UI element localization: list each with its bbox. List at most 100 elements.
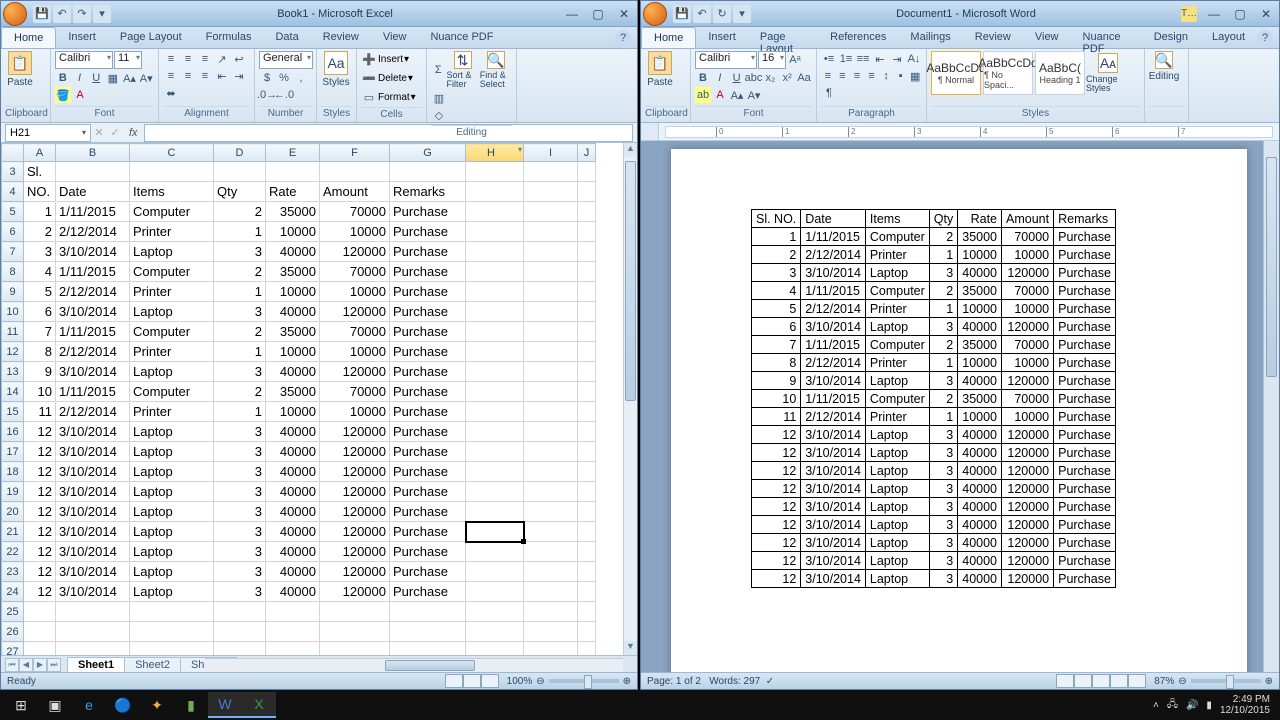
cell[interactable]	[524, 542, 578, 562]
table-cell[interactable]: Purchase	[1054, 282, 1116, 300]
font-name-select[interactable]: Calibri	[695, 51, 757, 69]
cell[interactable]	[524, 362, 578, 382]
border-button[interactable]: ▦	[105, 70, 121, 86]
cell[interactable]	[578, 242, 596, 262]
cell[interactable]	[578, 302, 596, 322]
table-cell[interactable]: 6	[752, 318, 801, 336]
cell[interactable]: 40000	[266, 522, 320, 542]
cell[interactable]: 2/12/2014	[56, 222, 130, 242]
table-cell[interactable]: Computer	[865, 282, 929, 300]
table-cell[interactable]: 8	[752, 354, 801, 372]
cell[interactable]: 3	[214, 582, 266, 602]
bold-button[interactable]: B	[55, 70, 71, 86]
cell[interactable]: 40000	[266, 362, 320, 382]
cell[interactable]: Laptop	[130, 462, 214, 482]
borders-button[interactable]: ▦	[908, 68, 922, 84]
cell[interactable]	[578, 282, 596, 302]
bold-button[interactable]: B	[695, 70, 711, 86]
table-cell[interactable]: 40000	[958, 264, 1002, 282]
cell[interactable]: 10000	[266, 282, 320, 302]
table-cell[interactable]: 35000	[958, 228, 1002, 246]
table-cell[interactable]: Purchase	[1054, 480, 1116, 498]
editing-button[interactable]: 🔍Editing	[1149, 51, 1179, 82]
cell[interactable]	[320, 622, 390, 642]
row-header-22[interactable]: 22	[2, 542, 24, 562]
cell[interactable]	[466, 302, 524, 322]
table-cell[interactable]: Purchase	[1054, 390, 1116, 408]
scroll-thumb[interactable]	[625, 161, 636, 401]
paste-button[interactable]: 📋Paste	[645, 51, 675, 88]
table-cell[interactable]: 12	[752, 534, 801, 552]
cell[interactable]	[466, 342, 524, 362]
cell[interactable]	[524, 322, 578, 342]
cell[interactable]: 5	[24, 282, 56, 302]
row-header-13[interactable]: 13	[2, 362, 24, 382]
table-cell[interactable]: 3	[929, 264, 957, 282]
table-cell[interactable]: 3	[929, 534, 957, 552]
align-center-button[interactable]: ≡	[180, 68, 196, 84]
cell[interactable]	[578, 402, 596, 422]
cell[interactable]: Laptop	[130, 242, 214, 262]
row-header-11[interactable]: 11	[2, 322, 24, 342]
row-header-27[interactable]: 27	[2, 642, 24, 656]
table-cell[interactable]: 3/10/2014	[801, 318, 866, 336]
minimize-button[interactable]: —	[559, 4, 585, 24]
tab-page-layout[interactable]: Page Layout	[748, 27, 818, 48]
cell[interactable]	[130, 602, 214, 622]
cell[interactable]: Purchase	[390, 402, 466, 422]
cell[interactable]	[214, 622, 266, 642]
cell[interactable]: Items	[130, 182, 214, 202]
cell[interactable]: 3/10/2014	[56, 362, 130, 382]
cell[interactable]: Purchase	[390, 522, 466, 542]
table-cell[interactable]: Laptop	[865, 318, 929, 336]
cell[interactable]	[390, 602, 466, 622]
table-header[interactable]: Sl. NO.	[752, 210, 801, 228]
table-cell[interactable]: Laptop	[865, 552, 929, 570]
decrease-decimal-button[interactable]: ←.0	[276, 87, 292, 103]
tab-home[interactable]: Home	[641, 27, 696, 48]
font-size-select[interactable]: 16	[758, 51, 786, 69]
table-cell[interactable]: Laptop	[865, 462, 929, 480]
tab-design[interactable]: Design	[1142, 27, 1200, 48]
cell[interactable]	[578, 582, 596, 602]
cell[interactable]: 3	[214, 542, 266, 562]
edge-icon[interactable]: e	[72, 692, 106, 718]
strike-button[interactable]: abc	[745, 70, 761, 86]
cell[interactable]: 3	[214, 462, 266, 482]
cell[interactable]	[524, 582, 578, 602]
cell[interactable]: 1	[214, 222, 266, 242]
superscript-button[interactable]: x²	[779, 70, 795, 86]
table-cell[interactable]: 40000	[958, 426, 1002, 444]
table-cell[interactable]: 2	[929, 390, 957, 408]
tab-mailings[interactable]: Mailings	[898, 27, 962, 48]
row-header-3[interactable]: 3	[2, 162, 24, 182]
word-taskbar-button[interactable]: W	[208, 692, 242, 718]
cell[interactable]: 3	[214, 242, 266, 262]
cell[interactable]: Laptop	[130, 542, 214, 562]
table-cell[interactable]: Purchase	[1054, 246, 1116, 264]
page-break-view-button[interactable]	[481, 674, 499, 688]
cell[interactable]	[24, 602, 56, 622]
table-cell[interactable]: 3	[929, 552, 957, 570]
col-header-D[interactable]: D	[214, 144, 266, 162]
table-cell[interactable]: 3/10/2014	[801, 498, 866, 516]
font-size-select[interactable]: 11	[114, 51, 142, 69]
full-screen-button[interactable]	[1074, 674, 1092, 688]
highlight-button[interactable]: ab	[695, 87, 711, 103]
cell[interactable]	[214, 642, 266, 656]
table-cell[interactable]: 3/10/2014	[801, 534, 866, 552]
cell[interactable]	[524, 202, 578, 222]
sheet-nav-prev-icon[interactable]: ◀	[19, 658, 33, 672]
delete-cells-button[interactable]: ➖Delete ▾	[361, 70, 422, 86]
table-cell[interactable]: 1	[929, 300, 957, 318]
formula-input[interactable]	[144, 124, 633, 142]
table-cell[interactable]: 10000	[1002, 408, 1054, 426]
table-cell[interactable]: Computer	[865, 336, 929, 354]
cell[interactable]	[578, 382, 596, 402]
multilevel-button[interactable]: ≡≡	[855, 51, 871, 67]
row-header-21[interactable]: 21	[2, 522, 24, 542]
cell[interactable]: Laptop	[130, 482, 214, 502]
align-bottom-button[interactable]: ≡	[197, 51, 213, 67]
format-cells-button[interactable]: ▭Format ▾	[361, 89, 422, 105]
cell[interactable]: 1/11/2015	[56, 262, 130, 282]
